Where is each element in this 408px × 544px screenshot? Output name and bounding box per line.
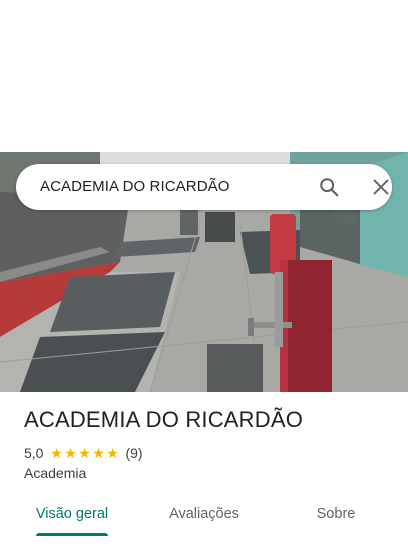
active-tab-indicator	[36, 533, 108, 536]
rating-value: 5,0	[24, 445, 44, 461]
star-icon: ★	[92, 445, 105, 461]
star-icon: ★	[106, 445, 119, 461]
star-icon: ★	[50, 445, 63, 461]
close-icon[interactable]	[370, 176, 392, 198]
place-category: Academia	[24, 465, 87, 481]
rating-stars: ★ ★ ★ ★ ★	[49, 446, 119, 460]
star-icon: ★	[64, 445, 77, 461]
tab-bar: Visão geral Avaliações Sobre	[0, 492, 408, 544]
tab-reviews[interactable]: Avaliações	[154, 492, 254, 536]
search-input[interactable]: ACADEMIA DO RICARDÃO	[40, 164, 230, 210]
rating-row[interactable]: 5,0 ★ ★ ★ ★ ★ (9)	[24, 444, 143, 462]
place-title: ACADEMIA DO RICARDÃO	[24, 407, 304, 432]
search-bar[interactable]: ACADEMIA DO RICARDÃO	[16, 164, 392, 210]
review-count[interactable]: (9)	[125, 445, 142, 461]
tab-overview[interactable]: Visão geral	[22, 492, 122, 536]
star-icon: ★	[78, 445, 91, 461]
search-icon[interactable]	[318, 176, 340, 198]
map-area-blank	[0, 0, 408, 152]
tab-about[interactable]: Sobre	[286, 492, 386, 536]
